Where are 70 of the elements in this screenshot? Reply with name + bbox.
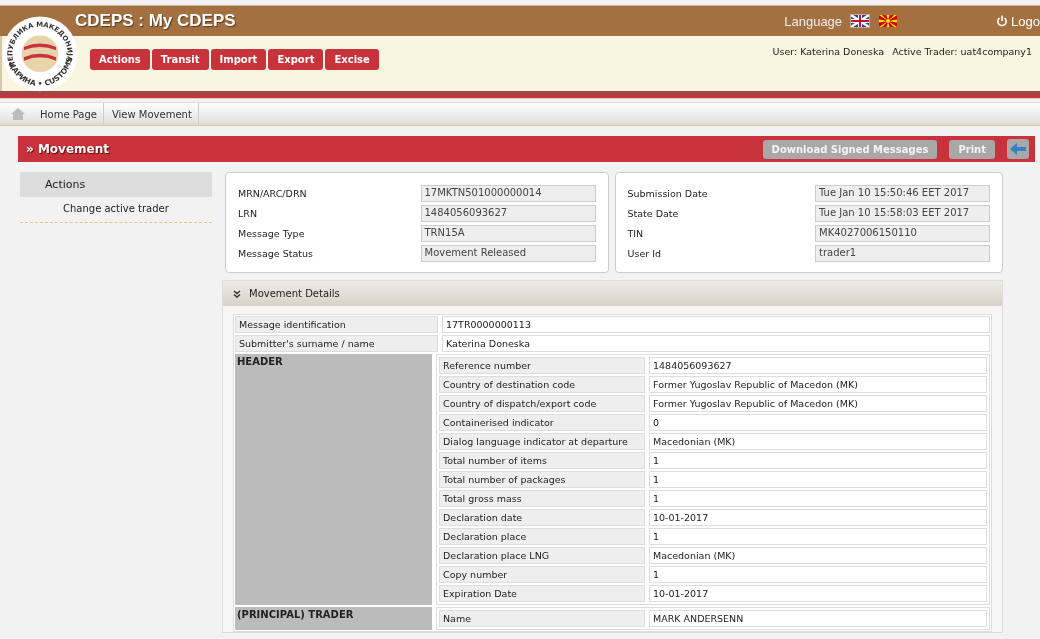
readonly-field: MK4027006150110 — [815, 225, 990, 242]
section-label: HEADER — [235, 354, 432, 605]
breadcrumb-link[interactable]: Home Page — [32, 103, 104, 125]
field-label: User Id — [627, 248, 662, 259]
app-title: CDEPS : My CDEPS — [75, 11, 236, 31]
table-cell: Macedonian (MK) — [649, 547, 987, 564]
readonly-field: Movement Released — [420, 245, 596, 262]
table-cell: Country of destination code — [439, 376, 645, 393]
section-header[interactable]: Movement Details — [223, 281, 1002, 306]
page-title: » Movement — [26, 142, 109, 156]
nav-menu-button[interactable]: Transit — [151, 49, 209, 70]
table-cell: Country of dispatch/export code — [439, 395, 645, 412]
active-trader: Active Trader: uat4company1 — [892, 46, 1032, 59]
table-cell: Former Yugoslav Republic of Macedon (MK) — [649, 395, 987, 412]
table-cell: Katerina Doneska — [442, 335, 990, 352]
language-label: Language — [784, 13, 843, 29]
table-cell: 1 — [649, 566, 987, 583]
table-cell: 1 — [649, 490, 987, 507]
table-cell: 1484056093627 — [649, 357, 987, 374]
table-cell: Expiration Date — [439, 585, 645, 602]
nav-menu-button[interactable]: Import — [210, 49, 267, 70]
table-cell: 1 — [649, 471, 987, 488]
field-label: TIN — [627, 228, 645, 239]
field-label: State Date — [627, 208, 680, 219]
chevron-icon[interactable] — [233, 289, 241, 298]
uk-flag-icon[interactable] — [850, 14, 871, 28]
nav-menu-button[interactable]: Export — [268, 49, 324, 70]
table-cell: Containerised indicator — [439, 414, 645, 431]
readonly-field: 1484056093627 — [420, 205, 596, 222]
table-cell: 1 — [649, 528, 987, 545]
field-label: Message Type — [238, 228, 306, 239]
field-label: Message Status — [238, 248, 314, 259]
logout-link[interactable]: Logo — [996, 13, 1040, 29]
table-cell: Declaration place LNG — [439, 547, 645, 564]
table-cell: Name — [439, 610, 645, 627]
table-cell: Total number of packages — [439, 471, 645, 488]
nav-menu-button[interactable]: Actions — [90, 49, 150, 70]
section-label: (PRINCIPAL) TRADER — [235, 607, 432, 630]
table-cell: 17TR0000000113 — [442, 316, 990, 333]
readonly-field: 17MKTN501000000014 — [420, 185, 596, 202]
table-cell: 1 — [649, 452, 987, 469]
table-cell: 0 — [649, 414, 987, 431]
table-cell: Copy number — [439, 566, 645, 583]
table-cell: Total number of items — [439, 452, 645, 469]
readonly-field: TRN15A — [420, 225, 596, 242]
readonly-field: Tue Jan 10 15:50:46 EET 2017 — [815, 185, 990, 202]
table-cell: Total gross mass — [439, 490, 645, 507]
table-cell: Declaration date — [439, 509, 645, 526]
field-label: MRN/ARC/DRN — [238, 188, 308, 199]
macedonia-flag-icon[interactable] — [878, 14, 899, 28]
readonly-field: trader1 — [815, 245, 990, 262]
breadcrumb-link[interactable]: View Movement — [103, 103, 199, 125]
table-cell: 10-01-2017 — [649, 509, 987, 526]
table-cell: Message identification — [235, 316, 438, 333]
nav-menu-button[interactable]: Excise — [325, 49, 379, 70]
table-cell: Macedonian (MK) — [649, 433, 987, 450]
table-cell: Former Yugoslav Republic of Macedon (MK) — [649, 376, 987, 393]
table-cell: Declaration place — [439, 528, 645, 545]
table-cell: Dialog language indicator at departure — [439, 433, 645, 450]
field-label: LRN — [238, 208, 258, 219]
field-label: Submission Date — [627, 188, 709, 199]
table-cell: MARK ANDERSENN — [649, 610, 987, 627]
table-cell: Submitter's surname / name — [235, 335, 438, 352]
readonly-field: Tue Jan 10 15:58:03 EET 2017 — [815, 205, 990, 222]
table-cell: Reference number — [439, 357, 645, 374]
table-cell: 10-01-2017 — [649, 585, 987, 602]
sidebar-link[interactable]: Change active trader — [20, 197, 212, 223]
sidebar-heading: Actions — [20, 172, 212, 197]
power-icon[interactable] — [996, 15, 1009, 27]
user-name: User: Katerina Doneska — [772, 46, 885, 59]
